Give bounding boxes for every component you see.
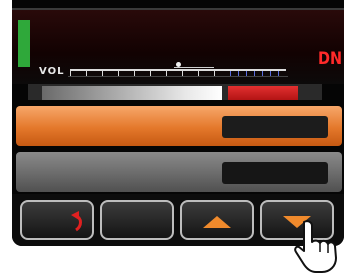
mode-indicator: DN (318, 49, 343, 69)
value-field (222, 162, 328, 184)
volume-scale-upper-line (174, 67, 214, 68)
pointing-hand-icon (294, 220, 337, 273)
volume-label: VOL (39, 66, 65, 77)
selected-menu-row[interactable] (16, 106, 342, 146)
radio-touch-panel: VOL DN (12, 0, 344, 246)
blank-button[interactable] (100, 200, 174, 240)
up-triangle-icon (203, 216, 231, 228)
back-button[interactable] (20, 200, 94, 240)
back-arrow-icon (71, 211, 82, 232)
display-divider (12, 8, 344, 10)
up-button[interactable] (180, 200, 254, 240)
value-field (222, 116, 328, 138)
menu-row[interactable] (16, 152, 342, 192)
volume-slider-fill (42, 86, 222, 100)
volume-slider-red-zone (228, 86, 298, 100)
volume-scale-base (68, 76, 288, 77)
signal-level-bar (18, 20, 30, 67)
